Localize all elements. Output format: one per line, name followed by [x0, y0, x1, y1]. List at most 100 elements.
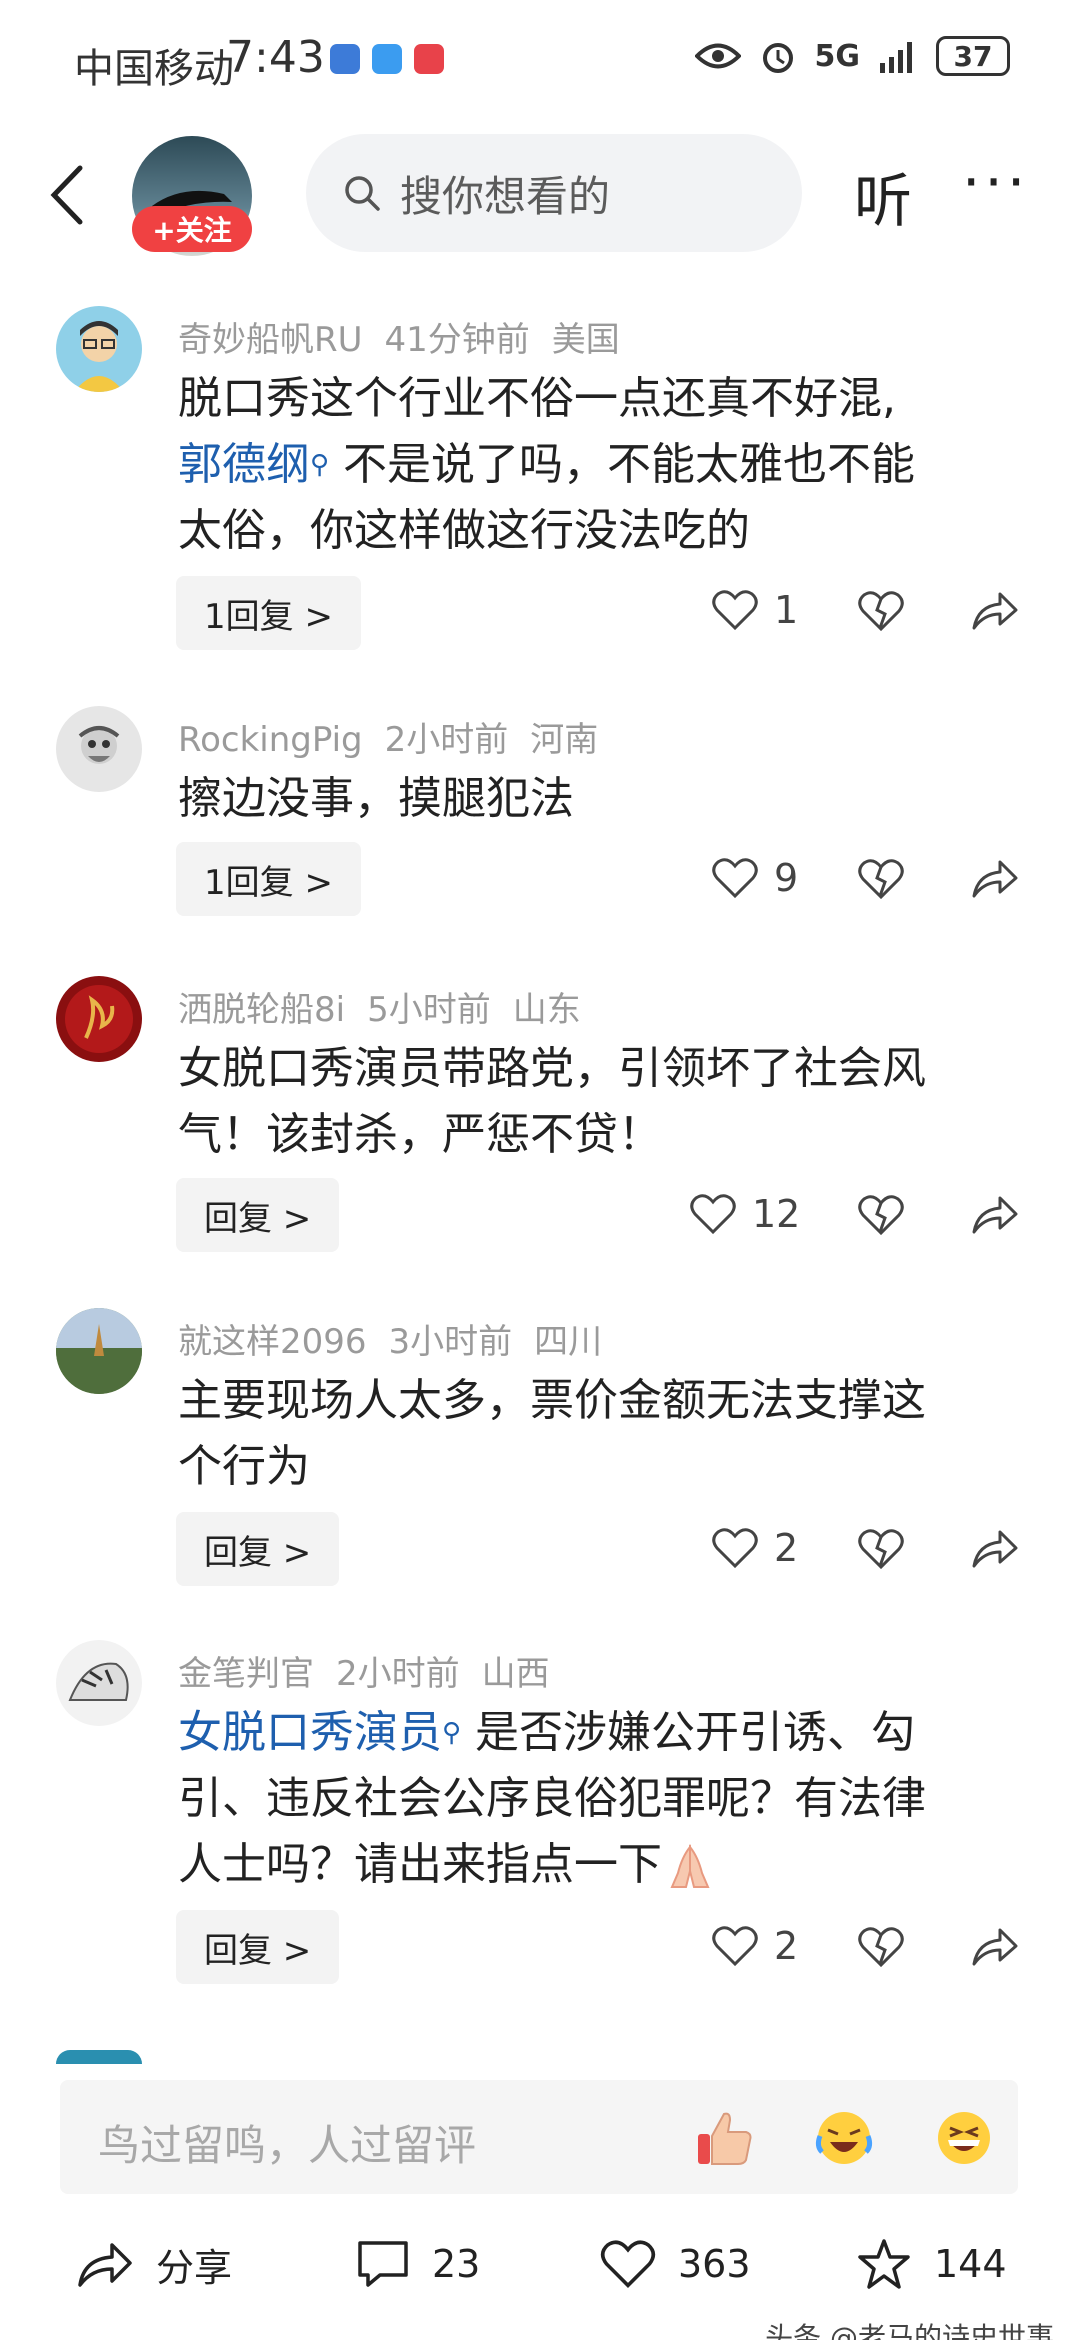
- comment-time: 5小时前: [367, 990, 491, 1030]
- heart-icon: [712, 858, 758, 899]
- like-button[interactable]: 9: [712, 856, 798, 900]
- comment-input[interactable]: 鸟过留鸣，人过留评: [60, 2080, 1018, 2194]
- comment-line: 不是说了吗，不能太雅也不能: [343, 439, 916, 490]
- share-icon[interactable]: [970, 590, 1018, 632]
- search-icon: [345, 176, 380, 211]
- network-label: 5G: [814, 38, 861, 74]
- comment-text: 女脱口秀演员⚲ 是否涉嫌公开引诱、勾 引、违反社会公序良俗犯罪呢？有法律 人士吗…: [178, 1700, 1018, 1898]
- search-icon: ⚲: [310, 450, 330, 480]
- heart-icon: [712, 590, 758, 631]
- comment-location: 山西: [481, 1654, 550, 1694]
- reply-button[interactable]: 回复 >: [176, 1910, 340, 1984]
- like-button[interactable]: 2: [712, 1526, 798, 1570]
- comment-text: 擦边没事，摸腿犯法: [178, 773, 574, 824]
- author-name[interactable]: 金笔判官: [178, 1654, 314, 1694]
- laugh-cry-emoji-icon[interactable]: [812, 2106, 876, 2170]
- like-button[interactable]: 2: [712, 1924, 798, 1968]
- search-bar[interactable]: 搜你想看的: [306, 134, 802, 252]
- dislike-heart-icon[interactable]: [858, 858, 904, 900]
- more-button[interactable]: ···: [962, 148, 1029, 216]
- share-icon[interactable]: [970, 1926, 1018, 1968]
- comment-meta: 金笔判官 2小时前 山西: [178, 1646, 572, 1695]
- search-icon: ⚲: [442, 1718, 462, 1748]
- heart-icon: [712, 1926, 758, 1967]
- share-icon[interactable]: [970, 1194, 1018, 1236]
- reply-button[interactable]: 回复 >: [176, 1178, 340, 1252]
- comment-time: 2小时前: [336, 1654, 460, 1694]
- heart-icon: [690, 1194, 736, 1235]
- keyword-link[interactable]: 郭德纲: [178, 439, 310, 490]
- avatar[interactable]: [56, 306, 142, 392]
- author-name[interactable]: 奇妙船帆RU: [178, 320, 363, 360]
- dislike-heart-icon[interactable]: [858, 1528, 904, 1570]
- dislike-heart-icon[interactable]: [858, 1194, 904, 1236]
- watermark: 头条 @老马的诗史世事: [765, 2321, 1054, 2340]
- dislike-heart-icon[interactable]: [858, 590, 904, 632]
- comment-line: 女脱口秀演员带路党，引领坏了社会风: [178, 1043, 926, 1094]
- avatar: [56, 2050, 142, 2064]
- comment-meta: RockingPig 2小时前 河南: [178, 712, 620, 761]
- reply-button[interactable]: 回复 >: [176, 1512, 340, 1586]
- status-indicators: 5G 37: [694, 36, 1010, 76]
- like-count: 1: [774, 588, 799, 632]
- author-name[interactable]: RockingPig: [178, 720, 363, 760]
- thumbs-up-emoji-icon[interactable]: [692, 2106, 756, 2170]
- comment-meta: 就这样2096 3小时前 四川: [178, 1314, 624, 1363]
- comment-line: 气！该封杀，严惩不贷！: [178, 1109, 662, 1160]
- keyword-link[interactable]: 女脱口秀演员: [178, 1707, 442, 1758]
- comment-text: 女脱口秀演员带路党，引领坏了社会风 气！该封杀，严惩不贷！: [178, 1036, 1018, 1168]
- star-icon: [858, 2239, 910, 2289]
- top-header: +关注 搜你想看的 听 ···: [0, 130, 1080, 260]
- like-count: 2: [774, 1924, 799, 1968]
- comment-time: 2小时前: [384, 720, 509, 760]
- avatar[interactable]: [56, 1308, 142, 1394]
- huawei-store-icon: [414, 44, 444, 74]
- battery-indicator: 37: [936, 36, 1010, 76]
- comment-line: 主要现场人太多，票价金额无法支撑这: [178, 1375, 926, 1426]
- comment-line: 人士吗？请出来指点一下: [178, 1839, 662, 1890]
- search-placeholder: 搜你想看的: [400, 171, 611, 221]
- comment-line: 脱口秀这个行业不俗一点还真不好混,: [178, 373, 896, 424]
- share-icon: [78, 2243, 132, 2287]
- signal-icon: [880, 42, 912, 73]
- comment-line: 个行为: [178, 1441, 310, 1492]
- comment-location: 山东: [512, 990, 581, 1030]
- share-icon[interactable]: [970, 1528, 1018, 1570]
- avatar[interactable]: [56, 976, 142, 1062]
- comment-time: 3小时前: [388, 1322, 513, 1362]
- share-button[interactable]: 分享: [76, 2224, 232, 2304]
- reply-button[interactable]: 1回复 >: [176, 576, 361, 650]
- dislike-heart-icon[interactable]: [858, 1926, 904, 1968]
- comment-time: 41分钟前: [384, 320, 530, 360]
- message-icon: [372, 44, 402, 74]
- comment-location: 河南: [530, 720, 599, 760]
- listen-button[interactable]: 听: [854, 154, 912, 238]
- comment-icon: [358, 2241, 408, 2287]
- avatar[interactable]: [56, 706, 142, 792]
- like-button[interactable]: 363: [600, 2224, 751, 2304]
- like-button[interactable]: 12: [690, 1192, 800, 1236]
- author-name[interactable]: 就这样2096: [178, 1322, 367, 1362]
- status-bar: 中国移动 7:43 5G 37: [0, 0, 1080, 120]
- heart-icon: [600, 2240, 656, 2288]
- comment-meta: 奇妙船帆RU 41分钟前 美国: [178, 312, 642, 361]
- like-button[interactable]: 1: [712, 588, 798, 632]
- comment-button[interactable]: 23: [356, 2224, 480, 2304]
- comment-input-placeholder: 鸟过留鸣，人过留评: [98, 2121, 477, 2170]
- share-label: 分享: [156, 2245, 233, 2290]
- comment-count: 23: [432, 2242, 481, 2286]
- like-count: 363: [678, 2242, 751, 2286]
- like-count: 12: [752, 1192, 801, 1236]
- reply-button[interactable]: 1回复 >: [176, 842, 361, 916]
- comment-line: 太俗，你这样做这行没法吃的: [178, 505, 750, 556]
- comment-line: 是否涉嫌公开引诱、勾: [475, 1707, 916, 1758]
- follow-button[interactable]: +关注: [132, 206, 252, 252]
- eye-icon: [694, 43, 741, 69]
- back-arrow-icon[interactable]: [40, 160, 100, 230]
- avatar[interactable]: [56, 1640, 142, 1726]
- grin-emoji-icon[interactable]: [932, 2106, 996, 2170]
- author-name[interactable]: 洒脱轮船8i: [178, 990, 345, 1030]
- favorite-button[interactable]: 144: [856, 2224, 1007, 2304]
- share-icon[interactable]: [970, 858, 1018, 900]
- comment-text: 主要现场人太多，票价金额无法支撑这 个行为: [178, 1368, 1018, 1500]
